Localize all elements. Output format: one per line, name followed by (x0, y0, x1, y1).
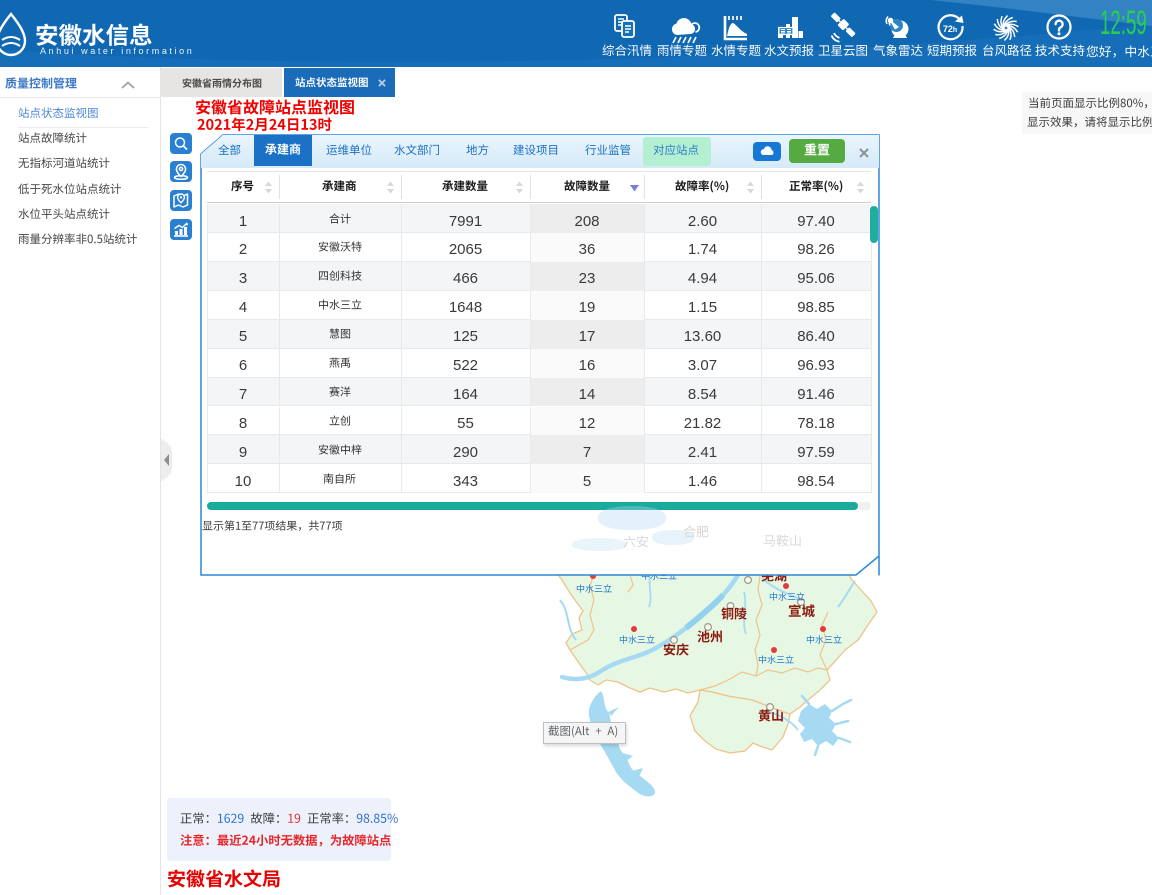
svg-text:72h: 72h (943, 24, 957, 34)
